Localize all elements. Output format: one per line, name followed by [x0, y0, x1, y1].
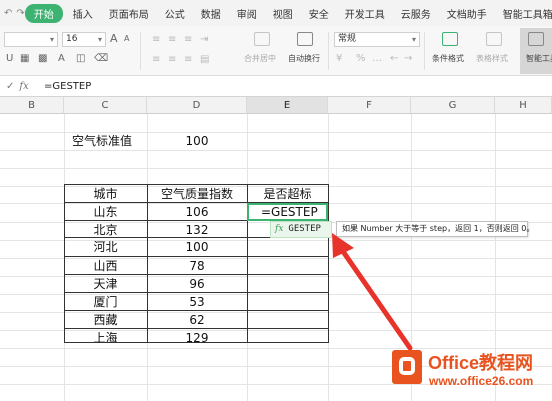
annotation-arrow	[332, 233, 413, 351]
spreadsheet-window: ↶ ↷ 开始 插入 页面布局 公式 数据 审阅 视图 安全 开发工具 云服务 文…	[0, 0, 552, 401]
watermark-brand: Office教程网	[428, 353, 534, 373]
office-logo-icon	[392, 350, 422, 384]
watermark-logo: Office教程网 www.office26.com	[392, 348, 550, 398]
watermark-url: www.office26.com	[429, 374, 534, 388]
